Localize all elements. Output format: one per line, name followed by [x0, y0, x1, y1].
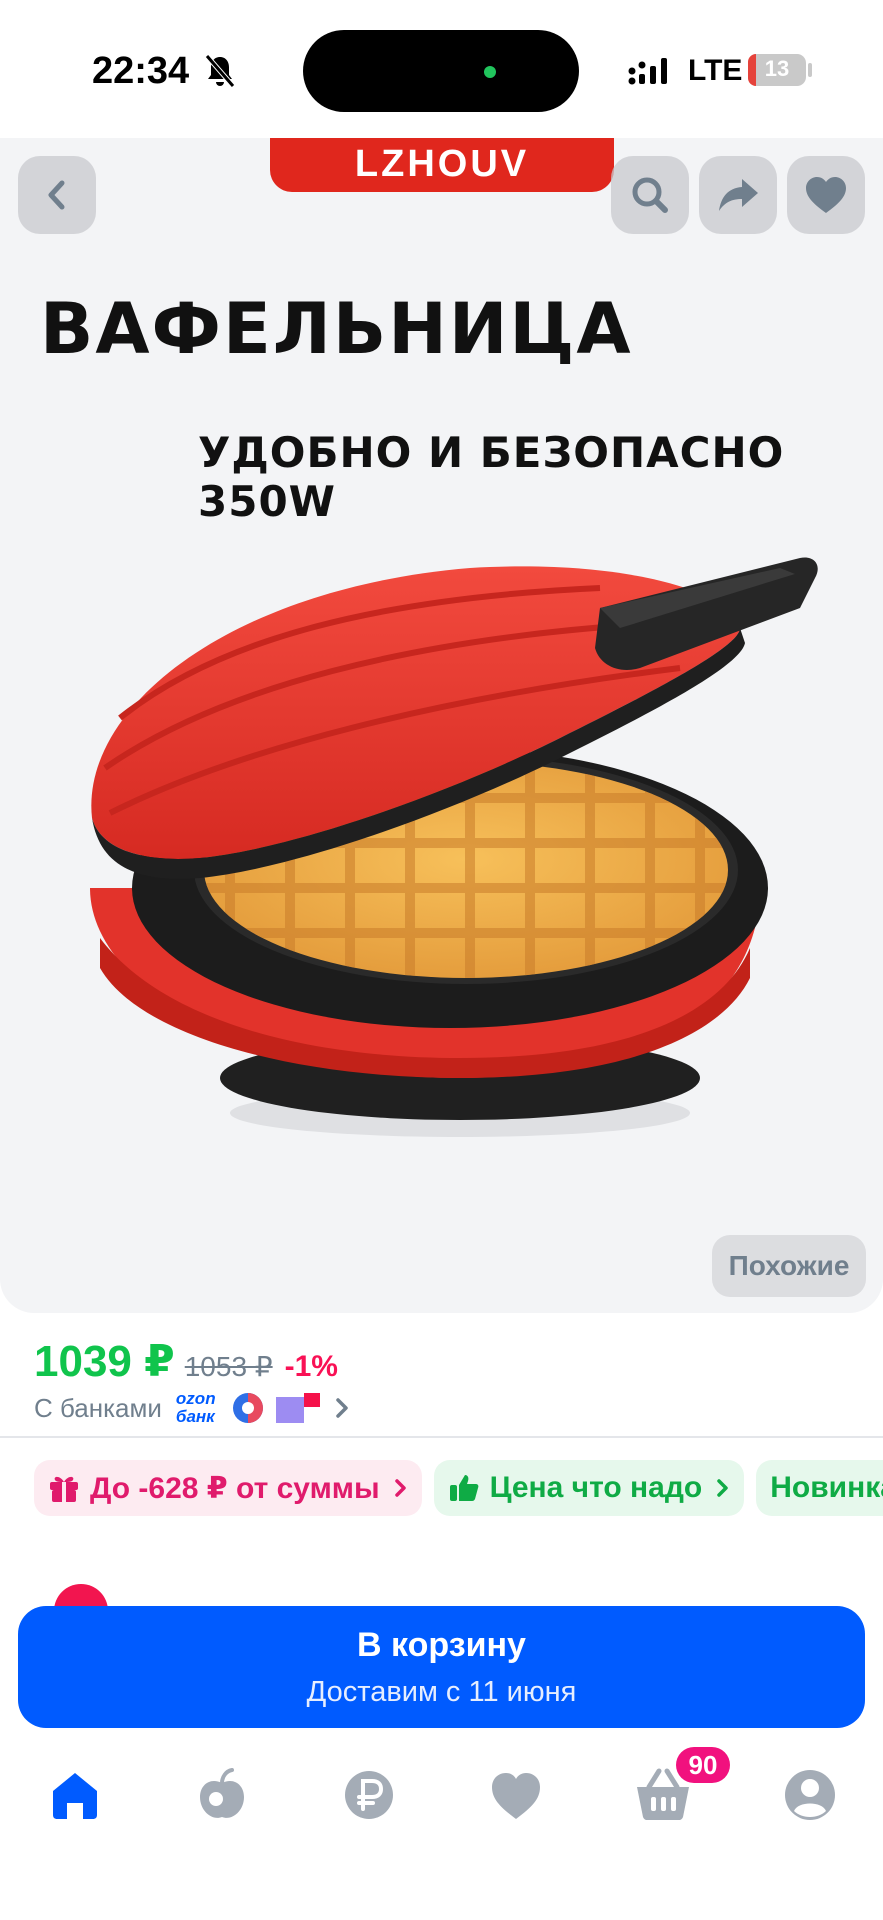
- home-icon[interactable]: [45, 1765, 105, 1825]
- price-old: 1053 ₽: [184, 1351, 273, 1382]
- cart-count-badge: 90: [676, 1747, 730, 1783]
- status-bar: 22:34 LTE 13: [0, 0, 883, 140]
- signal-icon: [628, 58, 667, 85]
- chip-good-price[interactable]: Цена что надо: [433, 1460, 745, 1516]
- price-discount: -1%: [284, 1350, 338, 1383]
- chip-label: До -628 ₽ от суммы: [90, 1471, 380, 1505]
- waffle-maker-image: [90, 557, 818, 1137]
- search-icon: [632, 177, 668, 213]
- brand-banner: LZHOUV: [270, 138, 614, 192]
- battery-charging-icon: 13: [748, 54, 806, 86]
- chip-label: Цена что надо: [489, 1471, 703, 1504]
- ozon-bank-line-2: банк: [175, 1407, 215, 1426]
- battery-percent: 13: [764, 56, 790, 81]
- price-row: 1039 ₽ 1053 ₽ -1%: [34, 1336, 338, 1387]
- bank-offers-row[interactable]: С банками ozon банк: [34, 1390, 350, 1426]
- product-image-headline: ВАФЕЛЬНИЦА: [40, 288, 633, 370]
- bottom-tab-bar: 90: [0, 1735, 883, 1920]
- similar-products-button[interactable]: Похожие: [712, 1235, 866, 1297]
- delivery-date-label: Доставим с 11 июня: [306, 1676, 577, 1708]
- add-to-cart-label: В корзину: [357, 1626, 526, 1664]
- banks-label: С банками: [34, 1392, 162, 1423]
- promo-chips: До -628 ₽ от суммы Цена что надо Новинка: [34, 1460, 883, 1516]
- gift-icon: [50, 1476, 78, 1502]
- favorites-icon[interactable]: [486, 1765, 546, 1825]
- chip-label: Новинка: [770, 1471, 883, 1504]
- add-to-cart-button[interactable]: В корзину Доставим с 11 июня: [18, 1606, 865, 1728]
- price-current: 1039 ₽: [34, 1337, 175, 1386]
- chevron-right-icon: [336, 1398, 348, 1418]
- bank-logo-icon: [232, 1393, 263, 1423]
- chip-discount-from-sum[interactable]: До -628 ₽ от суммы: [34, 1460, 422, 1516]
- back-button[interactable]: [18, 156, 96, 234]
- thumbs-up-icon: [449, 1475, 478, 1501]
- chevron-right-icon: [394, 1479, 406, 1497]
- back-icon: [48, 180, 65, 210]
- divider: [0, 1436, 883, 1438]
- ozon-bank-logo: ozon банк: [176, 1390, 222, 1426]
- status-time: 22:34: [92, 50, 190, 92]
- camera-indicator-dot: [484, 66, 496, 78]
- chevron-right-icon: [717, 1479, 728, 1497]
- share-button[interactable]: [699, 156, 777, 234]
- profile-icon[interactable]: [780, 1765, 840, 1825]
- product-image-subline: УДОБНО И БЕЗОПАСНО 350W: [198, 428, 785, 526]
- network-type: LTE: [688, 54, 743, 87]
- product-gallery[interactable]: LZHOUV ВАФЕЛЬНИЦА УДОБНО И БЕЗОПАСНО 350…: [0, 138, 883, 1313]
- fresh-icon[interactable]: [192, 1765, 252, 1825]
- battery-cap: [808, 63, 812, 77]
- chip-new[interactable]: Новинка: [756, 1460, 883, 1516]
- ruble-icon[interactable]: [339, 1765, 399, 1825]
- section-gap: [0, 1536, 883, 1560]
- heart-icon: [806, 177, 846, 213]
- share-icon: [719, 179, 758, 211]
- search-button[interactable]: [611, 156, 689, 234]
- ozon-bank-line-1: ozon: [175, 1389, 216, 1408]
- bell-off-icon: [205, 54, 235, 88]
- dynamic-island: [303, 30, 579, 112]
- favorite-button[interactable]: [787, 156, 865, 234]
- bank-card-icon: [275, 1393, 320, 1423]
